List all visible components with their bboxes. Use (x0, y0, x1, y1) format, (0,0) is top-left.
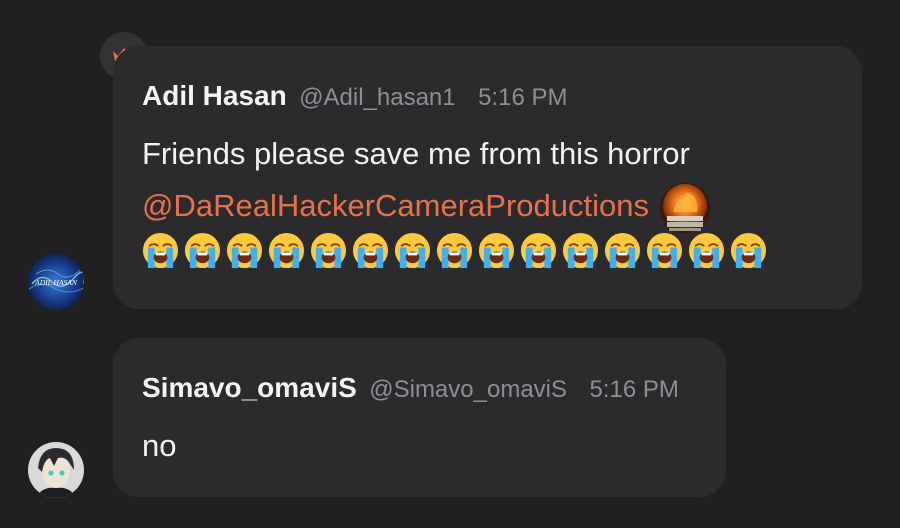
loudly-crying-face-icon (478, 232, 515, 269)
loudly-crying-face-icon (394, 232, 431, 269)
avatar-label: ADIL HASAN (34, 278, 78, 287)
author-handle[interactable]: @Adil_hasan1 (299, 84, 455, 111)
loudly-crying-face-icon (436, 232, 473, 269)
loudly-crying-face-icon (142, 232, 179, 269)
loudly-crying-face-icon (688, 232, 725, 269)
loudly-crying-face-icon (310, 232, 347, 269)
loudly-crying-face-icon (604, 232, 641, 269)
user-mention[interactable]: @DaRealHackerCameraProductions (142, 188, 649, 223)
loudly-crying-face-icon (226, 232, 263, 269)
emoji-row (141, 231, 768, 270)
author-handle[interactable]: @Simavo_omaviS (369, 376, 567, 403)
message-header: Adil Hasan @Adil_hasan1 5:16 PM (142, 80, 567, 112)
loudly-crying-face-icon (520, 232, 557, 269)
author-name[interactable]: Simavo_omaviS (142, 372, 357, 403)
message-timestamp: 5:16 PM (478, 84, 568, 111)
author-name[interactable]: Adil Hasan (142, 80, 287, 111)
message-text: Friends please save me from this horror (142, 136, 690, 171)
message-bubble[interactable]: Simavo_omaviS @Simavo_omaviS 5:16 PM no (113, 338, 726, 497)
message-bubble[interactable]: Adil Hasan @Adil_hasan1 5:16 PM Friends … (113, 46, 862, 309)
message-header: Simavo_omaviS @Simavo_omaviS 5:16 PM (142, 372, 679, 404)
message-timestamp: 5:16 PM (589, 376, 679, 403)
loudly-crying-face-icon (562, 232, 599, 269)
message-mention-line: @DaRealHackerCameraProductions (142, 182, 711, 234)
message-text: no (142, 428, 177, 463)
loudly-crying-face-icon (184, 232, 221, 269)
fire-sticker-emoji (659, 182, 711, 234)
loudly-crying-face-icon (646, 232, 683, 269)
avatar-adil-hasan[interactable]: ADIL HASAN (28, 254, 84, 310)
avatar-simavo-omavis[interactable] (28, 442, 84, 498)
loudly-crying-face-icon (352, 232, 389, 269)
loudly-crying-face-icon (268, 232, 305, 269)
loudly-crying-face-icon (730, 232, 767, 269)
